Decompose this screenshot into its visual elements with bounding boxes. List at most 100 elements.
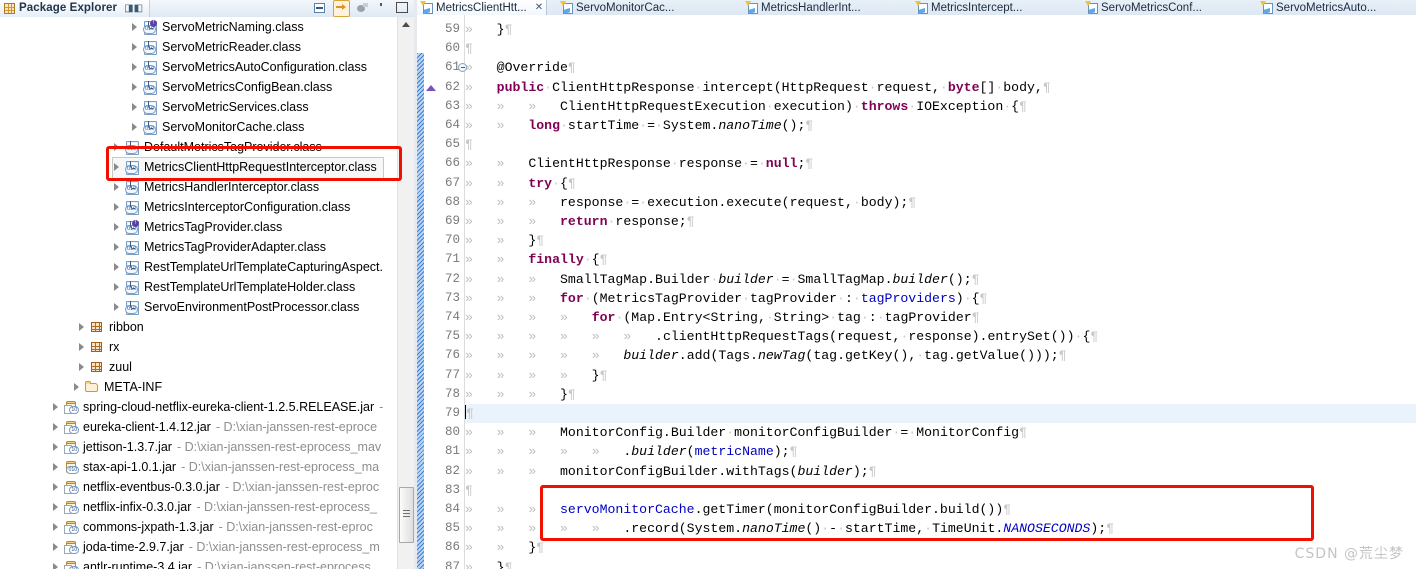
code-line[interactable]: » » » ClientHttpRequestExecution·executi… (465, 97, 1027, 116)
expand-arrow-icon[interactable] (52, 503, 60, 511)
tree-item[interactable]: ServoMetricsConfigBean.class (0, 77, 332, 97)
expand-arrow-icon[interactable] (131, 23, 139, 31)
editor-tab[interactable]: ServoMetricsConf... (1082, 0, 1232, 15)
expand-arrow-icon[interactable] (131, 83, 139, 91)
expand-arrow-icon[interactable] (78, 343, 86, 351)
tree-item[interactable]: 10 netflix-infix-0.3.0.jar - D:\xian-janss… (0, 497, 377, 517)
editor-tab[interactable]: ServoMetricsAuto... (1257, 0, 1407, 15)
tree-item[interactable]: ServoEnvironmentPostProcessor.class (0, 297, 359, 317)
code-line[interactable]: » » » }¶ (465, 385, 576, 404)
code-line[interactable]: ¶ (465, 39, 473, 58)
code-line[interactable]: » » » return·response;¶ (465, 212, 695, 231)
code-line[interactable]: » » » » » .record(System.nanoTime()·-·st… (465, 519, 1114, 538)
tree-item[interactable]: MetricsInterceptorConfiguration.class (0, 197, 350, 217)
scroll-up-icon[interactable] (402, 22, 410, 27)
code-line[interactable]: » » » MonitorConfig.Builder·monitorConfi… (465, 423, 1027, 442)
code-line[interactable]: » public·ClientHttpResponse·intercept(Ht… (465, 78, 1051, 97)
expand-arrow-icon[interactable] (52, 403, 60, 411)
code-line[interactable]: ¶ (465, 135, 473, 154)
tree-item[interactable]: 10 commons-jxpath-1.3.jar - D:\xian-jansse… (0, 517, 373, 537)
tree-item[interactable]: DefaultMetricsTagProvider.class (0, 137, 322, 157)
expand-arrow-icon[interactable] (52, 483, 60, 491)
code-line[interactable]: » » long·startTime·=·System.nanoTime();¶ (465, 116, 813, 135)
tree-item[interactable]: ServoMetricReader.class (0, 37, 301, 57)
code-line[interactable]: » » » » » » .clientHttpRequestTags(reque… (465, 327, 1098, 346)
expand-arrow-icon[interactable] (52, 463, 60, 471)
tree-item[interactable]: ServoMonitorCache.class (0, 117, 304, 137)
code-line[interactable]: » » }¶ (465, 538, 544, 557)
maximize-icon[interactable] (395, 1, 410, 16)
tree-item[interactable]: ribbon (0, 317, 144, 337)
tree-item[interactable]: ! MetricsTagProvider.class (0, 217, 282, 237)
tree-item[interactable]: RestTemplateUrlTemplateHolder.class (0, 277, 355, 297)
tree-item[interactable]: 10 netflix-eventbus-0.3.0.jar - D:\xian-ja… (0, 477, 379, 497)
editor-tab[interactable]: ServoMonitorCac... (557, 0, 707, 15)
editor-tab[interactable]: MetricsIntercept... (912, 0, 1057, 15)
tree-item[interactable]: 10 antlr-runtime-3.4.jar - D:\xian-janssen… (0, 557, 371, 569)
code-line[interactable]: » » » servoMonitorCache.getTimer(monitor… (465, 500, 1011, 519)
expand-arrow-icon[interactable] (73, 383, 81, 391)
view-menu-icon[interactable] (355, 1, 370, 16)
expand-arrow-icon[interactable] (113, 223, 121, 231)
expand-arrow-icon[interactable] (113, 203, 121, 211)
expand-arrow-icon[interactable] (78, 323, 86, 331)
expand-arrow-icon[interactable] (113, 243, 121, 251)
minimize-restore-icon[interactable]: ◨◧ (124, 3, 143, 14)
code-line[interactable]: » » » » » .builder(metricName);¶ (465, 442, 797, 461)
expand-arrow-icon[interactable] (52, 423, 60, 431)
package-explorer-tree[interactable]: ! ServoMetricNaming.class ServoMetricReade… (0, 17, 398, 569)
tree-item[interactable]: 10 spring-cloud-netflix-eureka-client-1.2… (0, 397, 383, 417)
expand-arrow-icon[interactable] (78, 363, 86, 371)
expand-arrow-icon[interactable] (113, 263, 121, 271)
collapse-all-icon[interactable] (313, 1, 328, 16)
tree-item[interactable]: 10 eureka-client-1.4.12.jar - D:\xian-jans… (0, 417, 377, 437)
package-explorer-tab[interactable]: Package Explorer ◨◧ (0, 0, 151, 17)
link-editor-icon[interactable] (333, 0, 350, 17)
tree-item[interactable]: 010 stax-api-1.0.1.jar - D:\xian-janssen-r… (0, 457, 379, 477)
tree-item[interactable]: ServoMetricsAutoConfiguration.class (0, 57, 367, 77)
expand-arrow-icon[interactable] (113, 143, 121, 151)
expand-arrow-icon[interactable] (52, 523, 60, 531)
expand-arrow-icon[interactable] (113, 303, 121, 311)
minimize-icon[interactable] (375, 1, 390, 16)
expand-arrow-icon[interactable] (52, 563, 60, 569)
code-line[interactable]: » » }¶ (465, 231, 544, 250)
code-line[interactable]: » }¶ (465, 558, 513, 569)
code-line[interactable]: » » » response·=·execution.execute(reque… (465, 193, 916, 212)
code-line[interactable]: » » try·{¶ (465, 174, 576, 193)
tree-item[interactable]: MetricsTagProviderAdapter.class (0, 237, 326, 257)
expand-arrow-icon[interactable] (113, 283, 121, 291)
code-line[interactable]: » }¶ (465, 20, 513, 39)
expand-arrow-icon[interactable] (131, 63, 139, 71)
expand-arrow-icon[interactable] (52, 443, 60, 451)
close-icon[interactable]: ✕ (535, 2, 543, 13)
line-number-ruler[interactable]: 59 60 61 62 63 64 65 66 67 68 69 70 71 72 73 74 75 76 77 78… (424, 15, 467, 569)
tree-item[interactable]: ServoMetricServices.class (0, 97, 309, 117)
editor-tab[interactable]: MetricsHandlerInt... (742, 0, 892, 15)
code-line[interactable]: » » » for·(MetricsTagProvider·tagProvide… (465, 289, 987, 308)
expand-arrow-icon[interactable] (113, 183, 121, 191)
tree-item[interactable]: 10 joda-time-2.9.7.jar - D:\xian-janssen-r… (0, 537, 380, 557)
expand-arrow-icon[interactable] (131, 43, 139, 51)
expand-arrow-icon[interactable] (131, 103, 139, 111)
code-line[interactable]: ¶ (465, 481, 473, 500)
code-line[interactable]: » » » SmallTagMap.Builder·builder·=·Smal… (465, 270, 980, 289)
package-explorer-scrollbar[interactable] (397, 17, 414, 569)
tree-item[interactable]: rx (0, 337, 119, 357)
code-line[interactable]: » » » monitorConfigBuilder.withTags(buil… (465, 462, 877, 481)
tree-item-selected[interactable]: MetricsClientHttpRequestInterceptor.clas… (0, 157, 384, 179)
scrollbar-thumb[interactable] (399, 487, 414, 543)
tree-item[interactable]: zuul (0, 357, 132, 377)
tree-item[interactable]: 10 jettison-1.3.7.jar - D:\xian-janssen-re… (0, 437, 381, 457)
code-line[interactable]: » » » » for·(Map.Entry<String,·String>·t… (465, 308, 980, 327)
code-area[interactable]: » }¶ ¶» @Override¶» public·ClientHttpResp… (465, 15, 1416, 569)
editor-tab[interactable]: MetricsClientHtt... ✕ (417, 0, 547, 15)
code-line[interactable]: » » » » }¶ (465, 366, 608, 385)
code-line[interactable]: » @Override¶ (465, 58, 576, 77)
code-line[interactable]: ¶ (465, 404, 1416, 424)
tree-item[interactable]: ! ServoMetricNaming.class (0, 17, 304, 37)
expand-arrow-icon[interactable] (113, 163, 121, 171)
tree-item[interactable]: MetricsHandlerInterceptor.class (0, 177, 319, 197)
expand-arrow-icon[interactable] (131, 123, 139, 131)
expand-arrow-icon[interactable] (52, 543, 60, 551)
